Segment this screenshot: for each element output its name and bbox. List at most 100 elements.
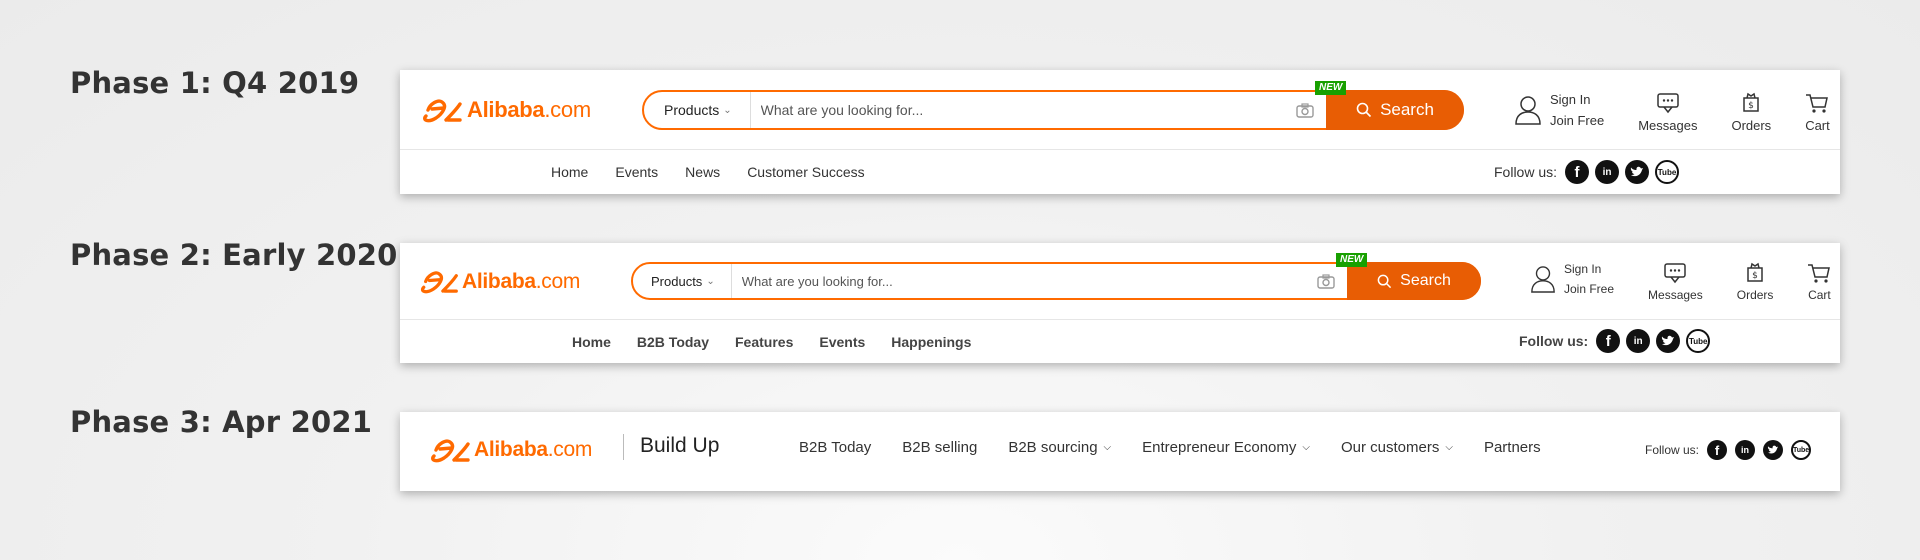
new-badge: NEW [1315,81,1347,95]
search-bar: Products ⌄ NEW Search [642,81,1464,130]
sign-in-link[interactable]: Sign In Join Free [1514,92,1604,128]
phase-3-header: Alibaba.com Build Up B2B Today B2B selli… [400,412,1840,491]
linkedin-icon[interactable]: in [1735,440,1756,460]
twitter-icon[interactable] [1625,160,1650,184]
cart-link[interactable]: Cart [1807,262,1831,302]
search-button-label: Search [1400,272,1451,289]
twitter-icon[interactable] [1763,440,1784,460]
messages-link[interactable]: Messages [1648,262,1703,302]
follow-us-label: Follow us: [1645,443,1700,457]
youtube-icon[interactable]: Tube [1686,329,1711,353]
alibaba-logo-icon [423,99,462,123]
orders-label: Orders [1731,118,1772,133]
nav-news[interactable]: News [685,164,720,180]
join-free-label[interactable]: Join Free [1550,113,1604,128]
phase-1-header: Alibaba.com Products ⌄ NEW Search Sign I… [400,70,1840,194]
cart-icon [1808,264,1831,283]
nav-b2b-sourcing[interactable]: B2B sourcing ⌵ [1008,439,1111,456]
nav-b2b-today[interactable]: B2B Today [637,334,709,350]
nav-happenings[interactable]: Happenings [891,334,971,350]
sign-in-link[interactable]: Sign In Join Free [1530,262,1614,296]
cart-label: Cart [1808,288,1831,302]
follow-us: Follow us: f in Tube [1519,329,1711,353]
nav-customer-success[interactable]: Customer Success [747,164,864,180]
user-icon [1515,96,1541,125]
facebook-icon[interactable]: f [1565,160,1590,184]
search-icon [1377,274,1392,288]
search-category-label: Products [651,273,703,289]
search-input[interactable] [750,92,1296,128]
sign-in-label[interactable]: Sign In [1564,262,1614,276]
join-free-label[interactable]: Join Free [1564,282,1614,296]
search-button-label: Search [1380,100,1434,119]
nav-b2b-selling[interactable]: B2B selling [902,439,977,456]
message-icon [1664,263,1687,284]
chevron-down-icon: ⌄ [706,275,715,287]
main-nav: B2B Today B2B selling B2B sourcing ⌵ Entr… [799,439,1541,456]
camera-icon[interactable] [1296,92,1326,128]
nav-events[interactable]: Events [615,164,658,180]
search-input[interactable] [731,264,1317,298]
alibaba-logo[interactable]: Alibaba.com [418,268,580,295]
nav-events[interactable]: Events [819,334,865,350]
cart-icon [1806,94,1829,113]
svg-text:$: $ [1748,101,1754,111]
follow-us: Follow us: f in Tube [1494,160,1680,184]
nav-features[interactable]: Features [735,334,793,350]
nav-our-customers[interactable]: Our customers ⌵ [1341,439,1453,456]
follow-us-label: Follow us: [1519,333,1589,349]
orders-icon: $ [1747,262,1763,282]
chevron-down-icon: ⌄ [723,104,732,116]
youtube-icon[interactable]: Tube [1791,440,1812,460]
alibaba-logo-icon [431,439,470,463]
cart-link[interactable]: Cart [1805,92,1830,133]
logo-text: Alibaba.com [467,97,591,122]
search-button[interactable]: NEW Search [1315,81,1464,130]
nav-label: B2B sourcing [1008,439,1098,456]
alibaba-logo[interactable]: Alibaba.com [420,96,591,124]
nav-home[interactable]: Home [572,334,611,350]
messages-label: Messages [1648,288,1703,302]
youtube-icon[interactable]: Tube [1655,160,1680,184]
logo-divider [623,434,624,460]
nav-partners[interactable]: Partners [1484,439,1541,456]
logo-text: Alibaba.com [474,438,593,461]
logo-text: Alibaba.com [462,269,581,293]
nav-label: Partners [1483,439,1541,456]
search-button[interactable]: NEW Search [1336,253,1481,300]
nav-label: B2B Today [799,439,872,456]
nav-label: Our customers [1340,439,1440,456]
search-icon [1356,102,1372,118]
chevron-down-icon: ⌵ [1302,442,1310,453]
follow-us-label: Follow us: [1494,164,1558,180]
search-category-select[interactable]: Products ⌄ [633,264,732,298]
nav-b2b-today[interactable]: B2B Today [799,439,871,456]
messages-label: Messages [1638,118,1698,133]
phase-2-header: Alibaba.com Products ⌄ NEW Search Sign I… [400,243,1840,363]
nav-home[interactable]: Home [551,164,588,180]
orders-link[interactable]: $ Orders [1736,262,1774,302]
orders-link[interactable]: $ Orders [1731,92,1771,133]
camera-icon[interactable] [1317,264,1347,298]
facebook-icon[interactable]: f [1596,329,1621,353]
alibaba-logo[interactable]: Alibaba.com [428,436,592,464]
search-bar: Products ⌄ NEW Search [631,253,1481,300]
messages-link[interactable]: Messages [1638,92,1697,133]
chevron-down-icon: ⌵ [1103,442,1112,453]
cart-label: Cart [1805,118,1830,133]
utility-bar: Sign In Join Free Messages $ Orders Cart [1514,92,1830,133]
phase-2-label: Phase 2: Early 2020 [70,238,398,272]
linkedin-icon[interactable]: in [1626,329,1651,353]
twitter-icon[interactable] [1656,329,1681,353]
orders-label: Orders [1736,288,1774,302]
build-up-title: Build Up [640,434,720,457]
nav-entrepreneur-economy[interactable]: Entrepreneur Economy ⌵ [1142,439,1310,456]
search-category-select[interactable]: Products ⌄ [644,92,751,128]
nav-label: B2B selling [902,439,978,456]
linkedin-icon[interactable]: in [1595,160,1620,184]
follow-us: Follow us: f in Tube [1645,440,1812,460]
facebook-icon[interactable]: f [1707,440,1728,460]
main-nav: Home B2B Today Features Events Happening… [572,320,971,363]
sign-in-label[interactable]: Sign In [1550,92,1604,107]
orders-icon: $ [1743,92,1760,112]
